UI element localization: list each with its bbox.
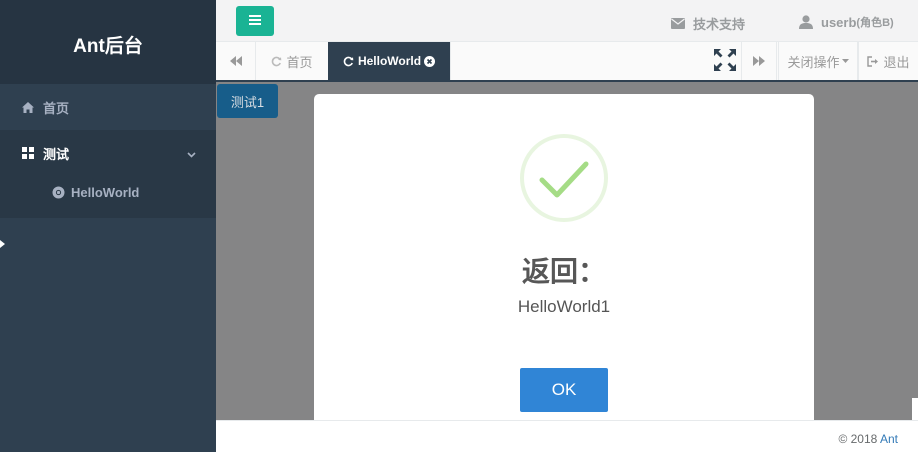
user-icon (799, 15, 813, 29)
fullscreen-button[interactable] (707, 42, 743, 80)
tab-scroll-right-button[interactable] (741, 42, 777, 80)
menu-toggle-button[interactable] (236, 6, 274, 36)
tab-label: 首页 (286, 54, 313, 70)
sidebar-subitem-helloworld[interactable]: HelloWorld (0, 176, 216, 218)
logout-label: 退出 (883, 54, 910, 70)
close-tab-icon[interactable] (424, 55, 436, 67)
envelope-icon (671, 18, 685, 29)
tab-bar: 首页 HelloWorld 关闭操作 退出 (216, 42, 918, 82)
grid-icon (22, 147, 34, 159)
user-name: userb (821, 14, 857, 30)
scrollbar[interactable] (912, 398, 918, 420)
close-ops-label: 关闭操作 (787, 54, 840, 70)
copyright-label: © 2018 (838, 432, 878, 446)
sidebar-item-home[interactable]: 首页 (0, 84, 216, 130)
ok-button[interactable]: OK (520, 368, 608, 412)
success-check-icon (520, 134, 608, 222)
tab-helloworld[interactable]: HelloWorld (328, 42, 451, 80)
home-icon (22, 101, 34, 113)
tab-scroll-left-button[interactable] (216, 42, 256, 80)
sidebar-subitem-label: HelloWorld (71, 184, 140, 200)
cursor-icon (0, 240, 5, 248)
forward-icon (753, 54, 765, 69)
expand-icon (713, 48, 737, 75)
copyright-text: © 2018 Ant (838, 432, 898, 446)
top-header: 技术支持 userb (角色B) (216, 0, 918, 42)
refresh-icon (271, 56, 282, 67)
support-link[interactable]: 技术支持 (671, 14, 745, 33)
user-role: (角色B) (856, 17, 894, 29)
test1-button[interactable]: 测试1 (217, 84, 278, 118)
brand-logo: Ant后台 (0, 0, 216, 84)
bars-icon (249, 12, 261, 30)
alert-dialog: 返回： HelloWorld1 OK (314, 94, 814, 424)
dialog-text: HelloWorld1 (517, 297, 611, 316)
footer-link[interactable]: Ant (880, 432, 898, 446)
refresh-icon (343, 56, 354, 67)
sign-out-icon (867, 55, 879, 67)
logout-button[interactable]: 退出 (858, 42, 918, 80)
tab-label: HelloWorld (357, 54, 422, 68)
chrome-icon (52, 186, 65, 199)
sidebar: Ant后台 首页 测试 HelloWorld (0, 0, 216, 452)
close-operations-dropdown[interactable]: 关闭操作 (778, 42, 858, 80)
user-menu[interactable]: userb (角色B) (799, 14, 894, 30)
dialog-title: 返回： (521, 256, 606, 287)
sidebar-item-label: 测试 (43, 146, 70, 162)
sidebar-item-test[interactable]: 测试 (0, 130, 216, 176)
footer: © 2018 Ant (216, 420, 918, 452)
chevron-down-icon (187, 146, 196, 161)
support-label: 技术支持 (693, 17, 746, 32)
sidebar-item-label: 首页 (43, 100, 70, 116)
backward-icon (229, 54, 242, 69)
caret-down-icon (841, 59, 849, 63)
tab-home[interactable]: 首页 (256, 42, 328, 80)
